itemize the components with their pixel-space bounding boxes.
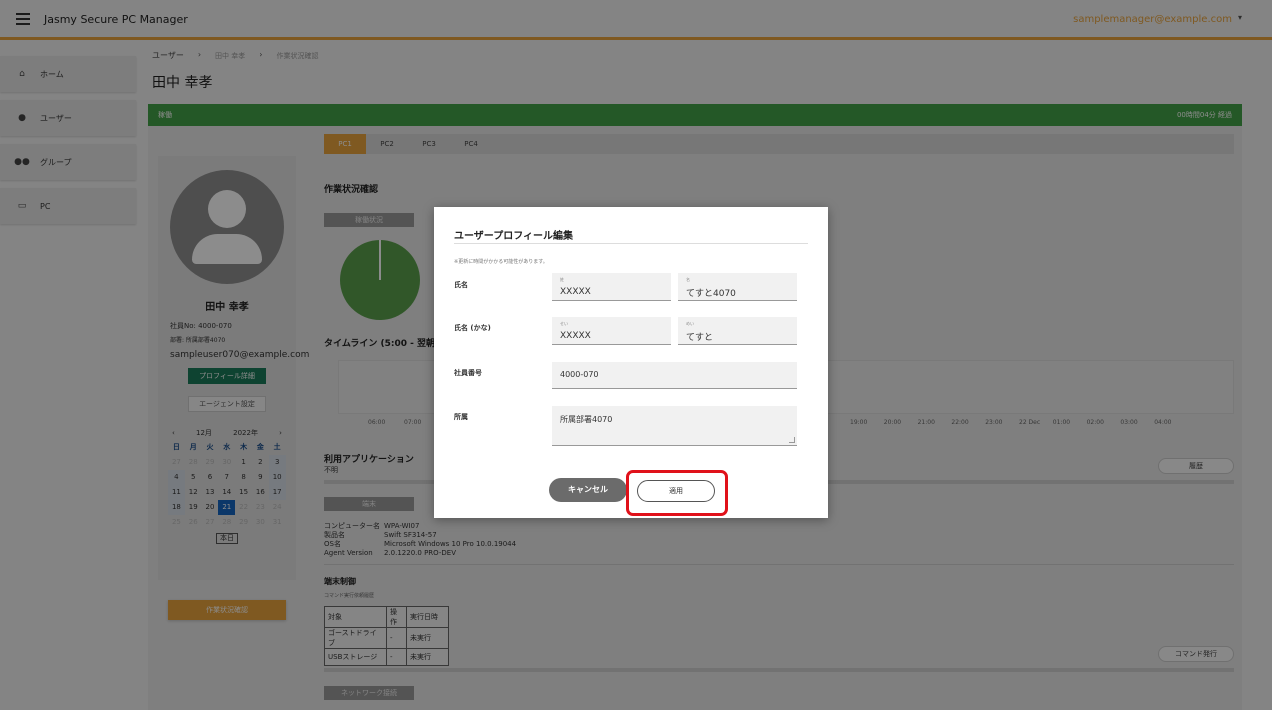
- field-value: 所属部署4070: [560, 415, 613, 424]
- field-hint: 名: [686, 277, 690, 282]
- field-hint: せい: [560, 321, 568, 326]
- modal-note: ※更新に時間がかかる可能性があります。: [454, 259, 548, 265]
- last-name-field[interactable]: 姓 XXXXX: [552, 273, 671, 301]
- department-textarea[interactable]: 所属部署4070: [552, 406, 797, 446]
- profile-edit-modal: ユーザープロフィール編集 ※更新に時間がかかる可能性があります。 氏名 姓 XX…: [434, 207, 828, 518]
- employee-number-field[interactable]: 4000-070: [552, 362, 797, 389]
- department-label: 所属: [454, 413, 468, 421]
- modal-title: ユーザープロフィール編集: [454, 231, 573, 242]
- first-name-field[interactable]: 名 てすと4070: [678, 273, 797, 301]
- field-value: XXXXX: [560, 287, 591, 297]
- name-kana-label: 氏名 (かな): [454, 324, 491, 332]
- field-hint: 姓: [560, 277, 564, 282]
- field-value: てすと: [686, 333, 714, 343]
- apply-highlight: [626, 470, 728, 516]
- resize-handle-icon[interactable]: [789, 437, 795, 443]
- employee-number-label: 社員番号: [454, 369, 482, 377]
- field-value: XXXXX: [560, 331, 591, 341]
- field-value: てすと4070: [686, 289, 736, 299]
- field-hint: めい: [686, 321, 694, 326]
- first-name-kana-field[interactable]: めい てすと: [678, 317, 797, 345]
- modal-divider: [454, 243, 808, 244]
- last-name-kana-field[interactable]: せい XXXXX: [552, 317, 671, 345]
- name-label: 氏名: [454, 281, 468, 289]
- field-value: 4000-070: [560, 370, 599, 379]
- cancel-button[interactable]: キャンセル: [549, 478, 627, 502]
